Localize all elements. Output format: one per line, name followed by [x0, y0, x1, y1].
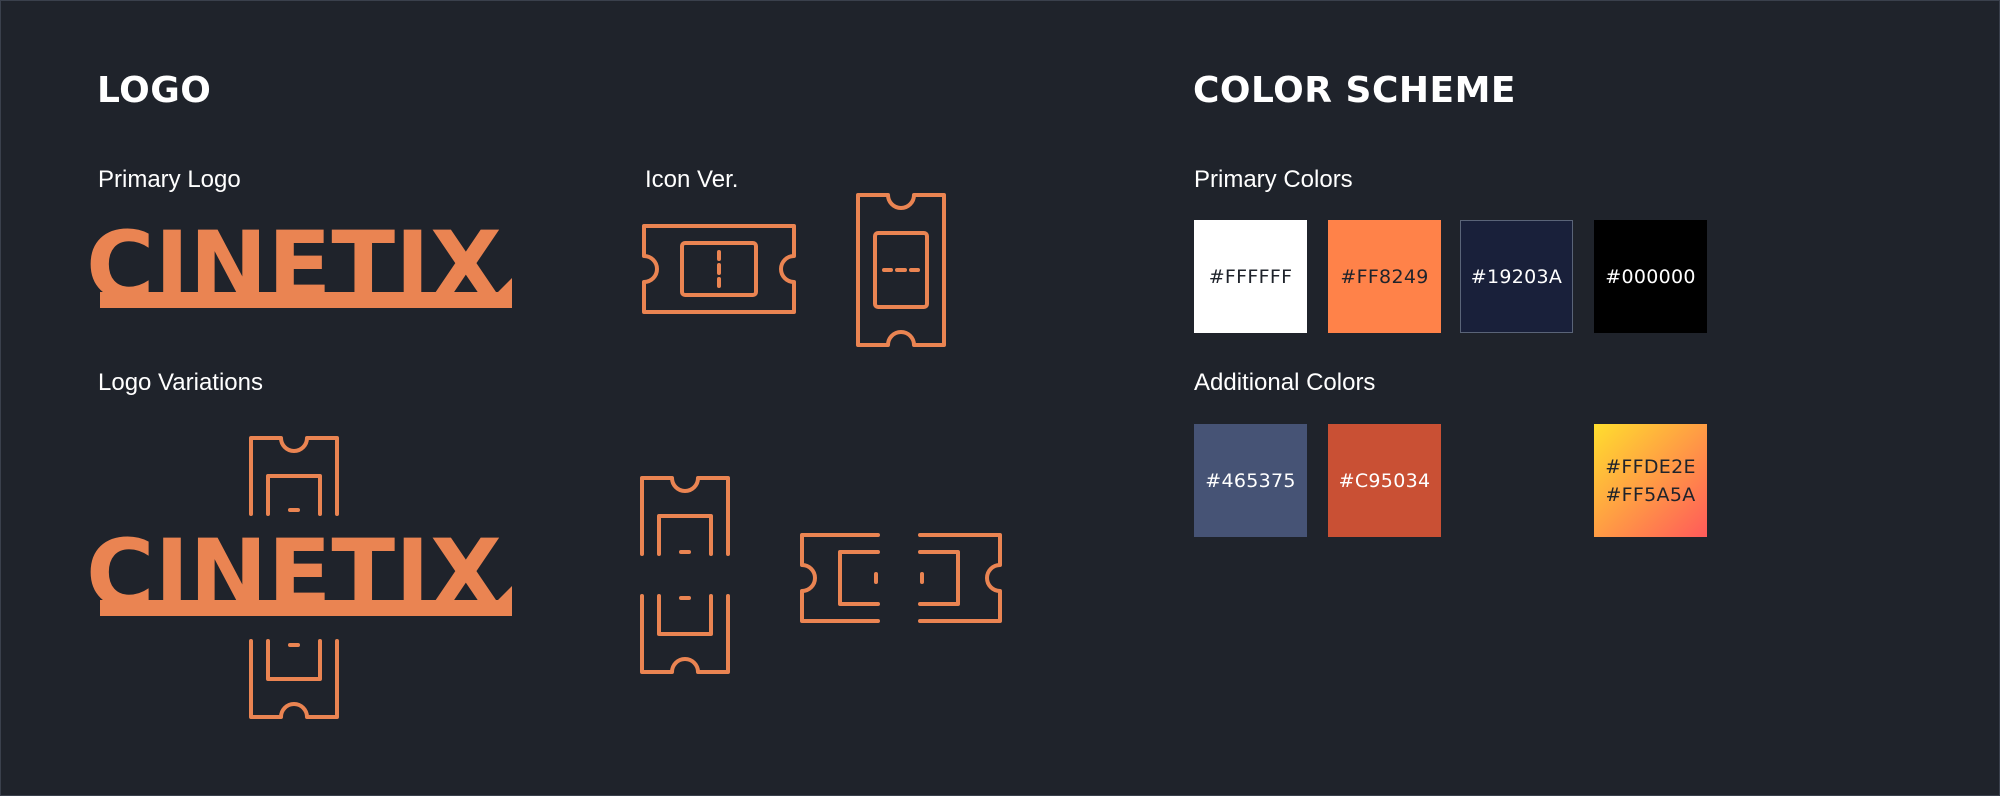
swatch-additional-rust: #C95034 [1328, 424, 1441, 537]
additional-colors-label: Additional Colors [1194, 369, 1376, 396]
ticket-split-top-icon [640, 476, 730, 556]
variation-logo-wordmark: CINETIX [86, 520, 512, 629]
icon-version-label: Icon Ver. [645, 166, 739, 193]
swatch-additional-gradient: #FFDE2E #FF5A5A [1594, 424, 1707, 537]
swatch-primary-white: #FFFFFF [1194, 220, 1307, 333]
primary-colors-label: Primary Colors [1194, 166, 1353, 193]
ticket-split-bottom-icon [640, 594, 730, 674]
color-scheme-heading: COLOR SCHEME [1193, 70, 1517, 111]
variation-logo-text: CINETIX [86, 520, 502, 629]
ticket-left-half-icon [800, 533, 880, 623]
primary-logo-label: Primary Logo [98, 166, 241, 193]
swatch-primary-navy: #19203A [1460, 220, 1573, 333]
ticket-vertical-icon [856, 193, 946, 347]
ticket-right-half-icon [918, 533, 1002, 623]
primary-logo-wordmark: CINETIX [86, 212, 512, 321]
swatch-primary-orange: #FF8249 [1328, 220, 1441, 333]
ticket-bottom-half-icon [249, 639, 339, 719]
primary-logo-text: CINETIX [86, 212, 502, 321]
logo-variations-label: Logo Variations [98, 369, 263, 396]
swatch-additional-slate: #465375 [1194, 424, 1307, 537]
ticket-top-half-icon [249, 436, 339, 516]
swatch-primary-black: #000000 [1594, 220, 1707, 333]
logo-heading: LOGO [97, 70, 212, 111]
ticket-horizontal-icon [642, 224, 796, 314]
